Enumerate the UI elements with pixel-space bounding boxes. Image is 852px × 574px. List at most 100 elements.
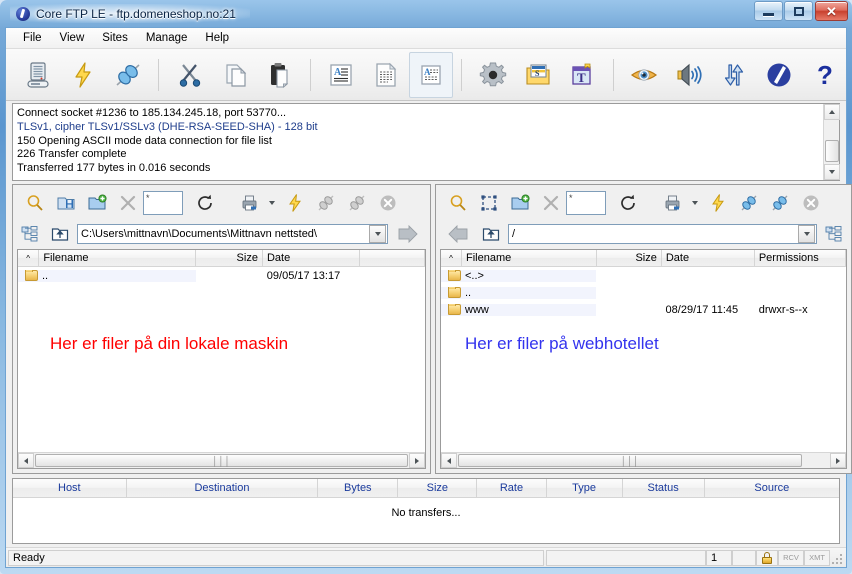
toolbar-separator xyxy=(612,58,614,91)
local-tree-button[interactable] xyxy=(17,222,43,246)
ascii-mode-button[interactable]: A xyxy=(319,52,364,98)
help-button[interactable]: ? xyxy=(801,52,846,98)
transfer-queue[interactable]: Host Destination Bytes Size Rate Type St… xyxy=(12,478,840,544)
site-manager-button[interactable] xyxy=(16,52,61,98)
local-dropdown-button[interactable] xyxy=(265,188,279,217)
quick-connect-button[interactable] xyxy=(61,52,106,98)
log-vertical-scrollbar[interactable] xyxy=(823,104,840,180)
queue-column-status[interactable]: Status xyxy=(622,479,705,497)
scroll-left-button[interactable] xyxy=(441,453,457,468)
column-extra[interactable] xyxy=(360,250,425,266)
table-row[interactable]: www 08/29/17 11:45 drwxr-s--x xyxy=(441,301,846,318)
remote-path-dropdown-arrow[interactable] xyxy=(798,225,815,243)
queue-column-type[interactable]: Type xyxy=(546,479,623,497)
local-lightning-button[interactable] xyxy=(279,188,310,217)
scroll-down-button[interactable] xyxy=(824,164,840,180)
queue-column-host[interactable]: Host xyxy=(13,479,127,497)
menu-help[interactable]: Help xyxy=(196,30,238,46)
menu-manage[interactable]: Manage xyxy=(137,30,197,46)
menu-sites[interactable]: Sites xyxy=(93,30,137,46)
local-search-button[interactable] xyxy=(19,188,50,217)
remote-dropdown-button[interactable] xyxy=(688,188,702,217)
scroll-thumb[interactable]: │││ xyxy=(458,454,802,467)
local-print-button[interactable] xyxy=(234,188,265,217)
remote-hscrollbar[interactable]: │││ xyxy=(441,452,846,468)
local-new-folder-button[interactable] xyxy=(81,188,112,217)
remote-up-button[interactable] xyxy=(478,222,504,246)
column-size[interactable]: Size xyxy=(596,250,662,266)
scroll-up-button[interactable] xyxy=(824,104,840,120)
local-upload-button[interactable] xyxy=(392,222,426,246)
local-refresh-button[interactable] xyxy=(189,188,220,217)
sort-indicator-header[interactable]: ^ xyxy=(441,250,462,266)
local-hscrollbar[interactable]: │││ xyxy=(18,452,425,468)
queue-column-source[interactable]: Source xyxy=(704,479,839,497)
table-row[interactable]: .. 09/05/17 13:17 xyxy=(18,267,425,284)
binary-mode-button[interactable] xyxy=(364,52,409,98)
transfer-queue-button[interactable] xyxy=(711,52,756,98)
minimize-button[interactable] xyxy=(754,1,783,21)
remote-refresh-button[interactable] xyxy=(612,188,643,217)
local-file-list[interactable]: ^ Filename Size Date .. 09/05/17 13:17 H… xyxy=(17,249,426,469)
remote-tree-button[interactable] xyxy=(821,222,847,246)
maximize-button[interactable] xyxy=(784,1,813,21)
local-save-button[interactable] xyxy=(50,188,81,217)
log-text[interactable]: Connect socket #1236 to 185.134.245.18, … xyxy=(17,107,819,178)
queue-column-bytes[interactable]: Bytes xyxy=(318,479,399,497)
scroll-right-button[interactable] xyxy=(830,453,846,468)
close-button[interactable]: ✕ xyxy=(815,1,848,21)
sounds-button[interactable] xyxy=(667,52,712,98)
scroll-thumb[interactable] xyxy=(825,140,839,162)
site-settings-button[interactable]: S xyxy=(515,52,560,98)
options-button[interactable] xyxy=(470,52,515,98)
column-date[interactable]: Date xyxy=(661,250,755,266)
paste-button[interactable] xyxy=(257,52,302,98)
scroll-left-button[interactable] xyxy=(18,453,34,468)
remote-file-list[interactable]: ^ Filename Size Date Permissions <..> ..… xyxy=(440,249,847,469)
scroll-right-button[interactable] xyxy=(409,453,425,468)
remote-select-button[interactable] xyxy=(473,188,504,217)
local-disconnect-button[interactable] xyxy=(341,188,372,217)
connect-button[interactable] xyxy=(106,52,151,98)
remote-lightning-button[interactable] xyxy=(702,188,733,217)
cut-button[interactable] xyxy=(167,52,212,98)
menu-file[interactable]: File xyxy=(14,30,51,46)
column-filename[interactable]: Filename xyxy=(39,250,197,266)
remote-delete-button[interactable] xyxy=(535,188,566,217)
remote-path-combo[interactable]: / xyxy=(508,224,817,244)
remote-connect-button[interactable] xyxy=(733,188,764,217)
queue-column-destination[interactable]: Destination xyxy=(126,479,319,497)
menu-view[interactable]: View xyxy=(51,30,94,46)
scroll-thumb[interactable]: │││ xyxy=(35,454,408,467)
auto-mode-button[interactable]: A xyxy=(408,51,454,98)
local-delete-button[interactable] xyxy=(112,188,143,217)
column-date[interactable]: Date xyxy=(262,250,361,266)
resize-grip[interactable] xyxy=(830,552,844,566)
queue-column-rate[interactable]: Rate xyxy=(477,479,547,497)
view-button[interactable] xyxy=(622,52,667,98)
remote-search-button[interactable] xyxy=(442,188,473,217)
copy-button[interactable] xyxy=(212,52,257,98)
table-row[interactable]: <..> xyxy=(441,267,846,284)
log-line: 150 Opening ASCII mode data connection f… xyxy=(17,134,272,147)
local-up-button[interactable] xyxy=(47,222,73,246)
column-size[interactable]: Size xyxy=(196,250,263,266)
remote-new-folder-button[interactable] xyxy=(504,188,535,217)
remote-download-button[interactable] xyxy=(440,222,474,246)
local-connect-button[interactable] xyxy=(310,188,341,217)
remote-stop-button[interactable] xyxy=(795,188,826,217)
local-path-dropdown-arrow[interactable] xyxy=(369,225,386,243)
remote-disconnect-button[interactable] xyxy=(764,188,795,217)
local-path-combo[interactable]: C:\Users\mittnavn\Documents\Mittnavn net… xyxy=(77,224,388,244)
queue-column-size[interactable]: Size xyxy=(398,479,478,497)
remote-print-button[interactable] xyxy=(657,188,688,217)
remote-filter-input[interactable]: * xyxy=(566,190,606,215)
column-filename[interactable]: Filename xyxy=(462,250,597,266)
sort-indicator-header[interactable]: ^ xyxy=(18,250,40,266)
column-permissions[interactable]: Permissions xyxy=(754,250,846,266)
table-row[interactable]: .. xyxy=(441,284,846,301)
local-stop-button[interactable] xyxy=(372,188,403,217)
templates-button[interactable]: T xyxy=(560,52,605,98)
local-filter-input[interactable]: * xyxy=(143,190,183,215)
about-button[interactable] xyxy=(756,52,801,98)
